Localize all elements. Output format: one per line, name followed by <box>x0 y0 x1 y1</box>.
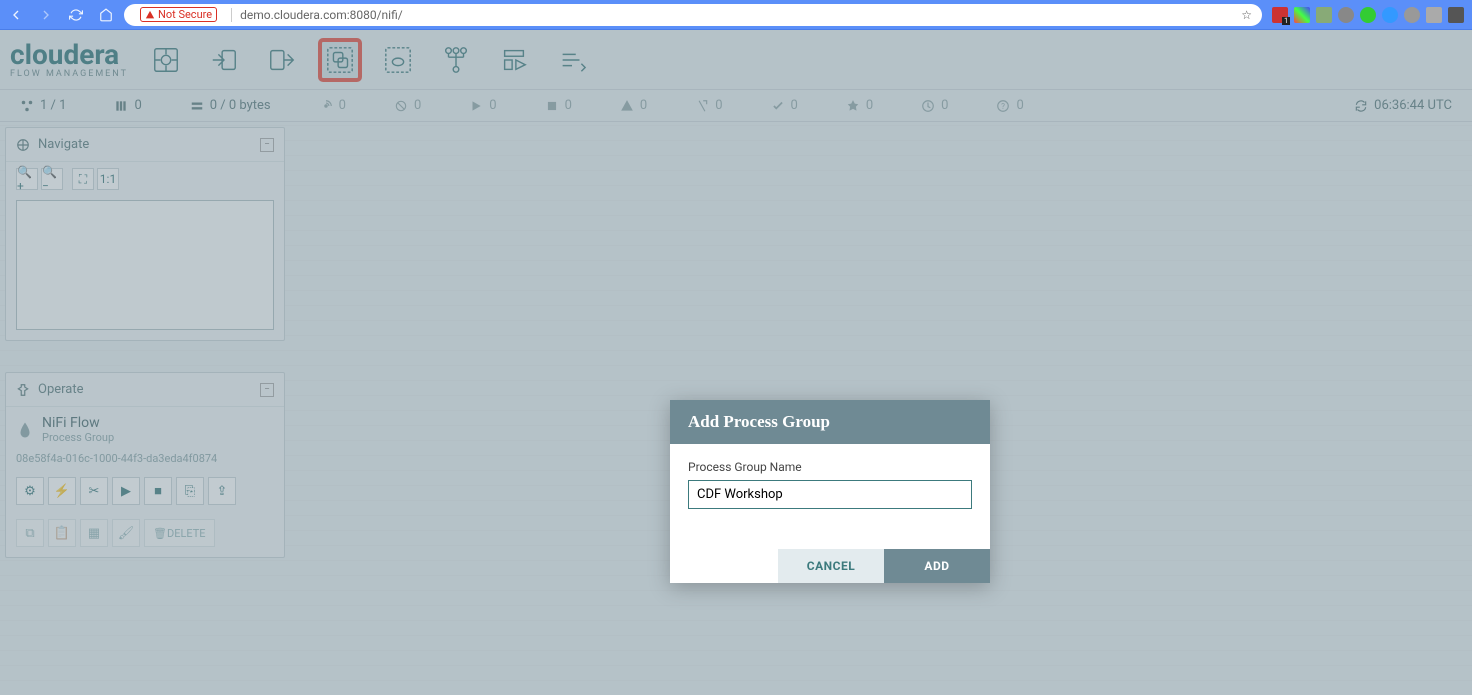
add-process-group-dialog: Add Process Group Process Group Name CAN… <box>670 400 990 583</box>
field-label: Process Group Name <box>688 460 972 474</box>
back-button[interactable] <box>8 7 24 23</box>
ext-icon-1[interactable]: 1 <box>1272 7 1288 23</box>
ext-icon-2[interactable] <box>1294 7 1310 23</box>
forward-button[interactable] <box>38 7 54 23</box>
ext-icon-7[interactable] <box>1404 7 1420 23</box>
nifi-app: cloudera FLOW MANAGEMENT 1 / 1 0 0 / 0 b… <box>0 30 1472 695</box>
url-text: demo.cloudera.com:8080/nifi/ <box>240 8 403 22</box>
add-button[interactable]: ADD <box>884 549 990 583</box>
ext-icon-9[interactable] <box>1448 7 1464 23</box>
reload-button[interactable] <box>68 7 84 23</box>
modal-overlay[interactable] <box>0 30 1472 695</box>
process-group-name-input[interactable] <box>688 480 972 509</box>
ext-icon-4[interactable] <box>1338 7 1354 23</box>
home-button[interactable] <box>98 7 114 23</box>
address-bar[interactable]: Not Secure demo.cloudera.com:8080/nifi/ … <box>124 4 1262 26</box>
ext-icon-5[interactable] <box>1360 7 1376 23</box>
ext-icon-3[interactable] <box>1316 7 1332 23</box>
not-secure-badge: Not Secure <box>140 7 217 22</box>
ext-icon-6[interactable] <box>1382 7 1398 23</box>
extensions: 1 <box>1272 7 1464 23</box>
browser-nav <box>8 7 114 23</box>
dialog-title: Add Process Group <box>670 400 990 444</box>
browser-chrome: Not Secure demo.cloudera.com:8080/nifi/ … <box>0 0 1472 30</box>
cancel-button[interactable]: CANCEL <box>778 549 884 583</box>
ext-icon-8[interactable] <box>1426 7 1442 23</box>
bookmark-icon[interactable]: ☆ <box>1241 8 1252 22</box>
